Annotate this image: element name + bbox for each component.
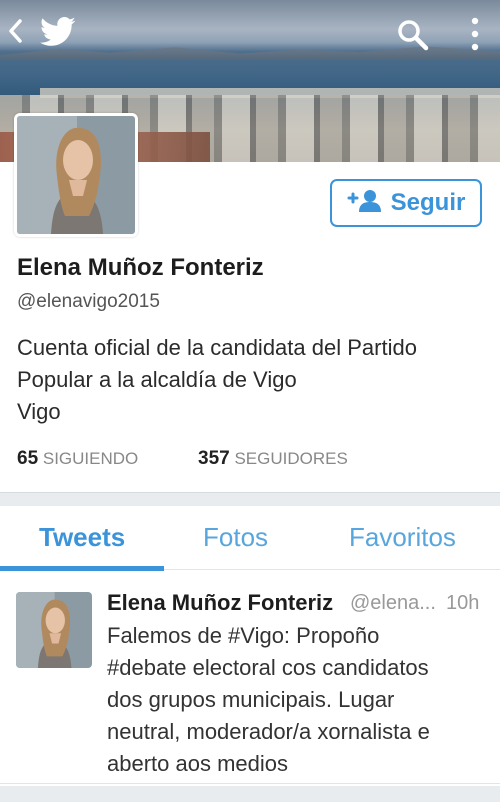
profile-handle: @elenavigo2015 bbox=[17, 291, 160, 312]
profile-avatar[interactable] bbox=[14, 113, 138, 237]
tab-favoritos[interactable]: Favoritos bbox=[349, 522, 456, 553]
profile-tabs: Tweets Fotos Favoritos bbox=[0, 506, 500, 570]
following-count: 65 bbox=[17, 448, 39, 469]
followers-stat[interactable]: 357 SEGUIDORES bbox=[198, 448, 348, 470]
tweet-handle: @elena... bbox=[350, 592, 436, 614]
more-vertical-icon[interactable] bbox=[468, 16, 482, 52]
following-stat[interactable]: 65 SIGUIENDO bbox=[17, 448, 138, 470]
tweet-text: Falemos de #Vigo: Propoño #debate electo… bbox=[107, 620, 492, 780]
followers-label: SEGUIDORES bbox=[234, 449, 348, 468]
add-person-icon bbox=[347, 188, 383, 219]
chevron-left-icon[interactable] bbox=[8, 18, 30, 44]
active-tab-indicator bbox=[0, 566, 164, 571]
top-nav bbox=[0, 0, 500, 60]
profile-location: Vigo bbox=[17, 399, 61, 424]
bio-line: Cuenta oficial de la candidata del Parti… bbox=[17, 335, 417, 360]
bio-line: Popular a la alcaldía de Vigo bbox=[17, 367, 297, 392]
follow-button[interactable]: Seguir bbox=[330, 179, 482, 227]
tweet-time: 10h bbox=[446, 592, 480, 614]
profile-bio: Cuenta oficial de la candidata del Parti… bbox=[17, 332, 487, 428]
profile-name: Elena Muñoz Fonteriz bbox=[17, 254, 264, 281]
tweet-author[interactable]: Elena Muñoz Fonteriz bbox=[107, 590, 333, 616]
followers-count: 357 bbox=[198, 448, 230, 469]
tweet-text-line: aberto aos medios bbox=[107, 751, 288, 776]
tweet-text-line: Falemos de #Vigo: Propoño bbox=[107, 623, 380, 648]
tweet-item[interactable]: Elena Muñoz Fonteriz @elena... 10h Falem… bbox=[0, 572, 500, 784]
bottom-divider bbox=[0, 786, 500, 802]
tweet-text-line: dos grupos municipais. Lugar bbox=[107, 687, 395, 712]
tab-fotos[interactable]: Fotos bbox=[203, 522, 268, 553]
section-divider bbox=[0, 492, 500, 506]
follow-button-label: Seguir bbox=[390, 189, 466, 216]
tweet-text-line: neutral, moderador/a xornalista e bbox=[107, 719, 430, 744]
following-label: SIGUIENDO bbox=[42, 449, 139, 468]
search-icon[interactable] bbox=[396, 18, 430, 52]
tweet-text-line: #debate electoral cos candidatos bbox=[107, 655, 429, 680]
tweet-avatar[interactable] bbox=[16, 592, 92, 668]
twitter-bird-icon[interactable] bbox=[40, 17, 76, 47]
tab-tweets[interactable]: Tweets bbox=[39, 522, 125, 553]
